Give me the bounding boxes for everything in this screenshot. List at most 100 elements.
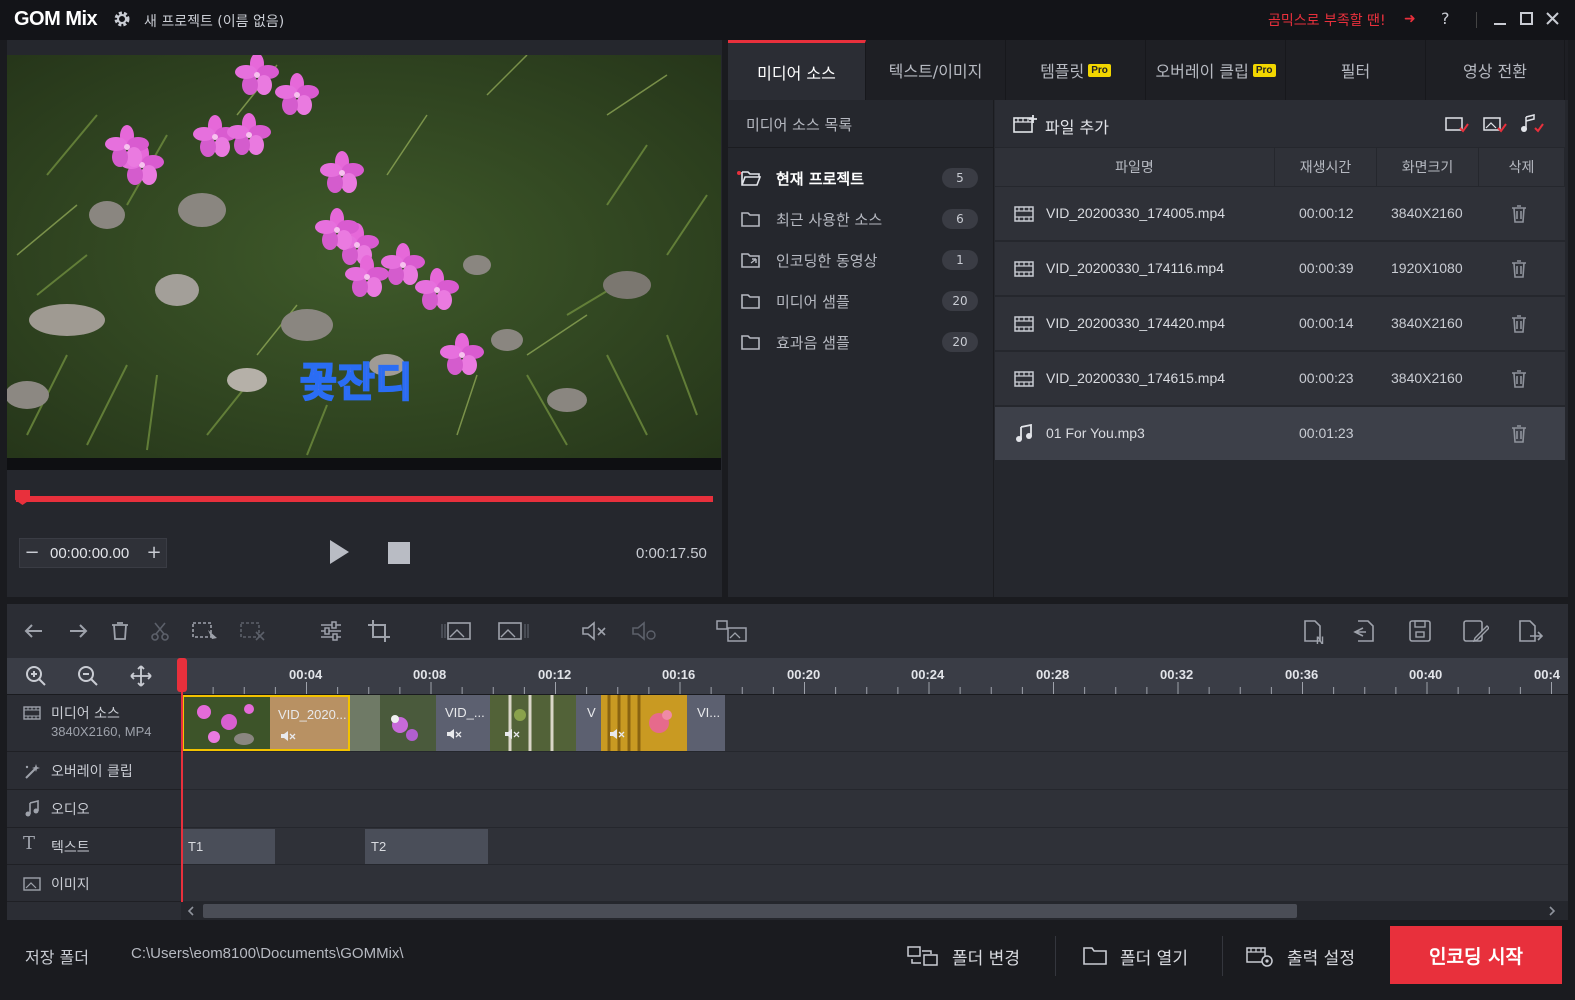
trash-icon[interactable] xyxy=(1510,259,1528,279)
source-item-media-samples[interactable]: 미디어 샘플 20 xyxy=(740,285,978,317)
track-header-media[interactable]: 미디어 소스 3840X2160, MP4 xyxy=(7,695,181,752)
music-note-icon xyxy=(1016,424,1032,442)
tab-text-image[interactable]: 텍스트/이미지 xyxy=(866,40,1006,100)
undo-icon[interactable] xyxy=(22,618,48,644)
add-file-button[interactable]: 파일 추가 xyxy=(1045,114,1109,138)
track-header-audio[interactable]: 오디오 xyxy=(7,790,181,828)
save-project-icon[interactable] xyxy=(1406,618,1434,644)
change-folder-button[interactable]: 폴더 변경 xyxy=(906,937,1020,975)
start-encoding-button[interactable]: 인코딩 시작 xyxy=(1390,926,1562,984)
add-file-icon[interactable] xyxy=(1012,113,1038,135)
file-row[interactable]: VID_20200330_174420.mp4 00:00:14 3840X21… xyxy=(995,297,1565,351)
export-project-icon[interactable] xyxy=(1516,618,1544,644)
ruler-ticks xyxy=(181,658,1568,694)
zoom-out-icon[interactable] xyxy=(76,664,100,688)
play-button[interactable] xyxy=(328,539,350,565)
redo-icon[interactable] xyxy=(64,618,90,644)
unmute-icon[interactable] xyxy=(630,618,656,644)
select-image-icon[interactable] xyxy=(1482,114,1508,136)
swap-clip-icon[interactable] xyxy=(714,618,750,644)
clip-mute-icon[interactable] xyxy=(446,727,462,741)
tab-filter[interactable]: 필터 xyxy=(1286,40,1426,100)
trash-icon[interactable] xyxy=(1510,369,1528,389)
clip-mute-icon[interactable] xyxy=(280,729,296,743)
video-file-icon xyxy=(1014,206,1034,222)
maximize-icon[interactable] xyxy=(1514,7,1538,31)
timecode-plus-button[interactable]: + xyxy=(144,540,164,566)
help-button[interactable]: ? xyxy=(1441,9,1450,28)
source-item-current-project[interactable]: 현재 프로젝트 5 xyxy=(740,162,978,194)
track-name: 오버레이 클립 xyxy=(51,764,133,780)
text-clip[interactable]: T2 xyxy=(365,829,488,864)
tab-template[interactable]: 템플릿 Pro xyxy=(1006,40,1146,100)
file-row-selected[interactable]: 01 For You.mp3 00:01:23 xyxy=(995,407,1565,461)
file-row[interactable]: VID_20200330_174116.mp4 00:00:39 1920X10… xyxy=(995,242,1565,296)
text-clip[interactable]: T1 xyxy=(182,829,275,864)
track-header-text[interactable]: T 텍스트 xyxy=(7,828,181,865)
open-project-icon[interactable] xyxy=(1349,618,1377,644)
file-name: VID_20200330_174420.mp4 xyxy=(1046,315,1226,331)
select-video-icon[interactable] xyxy=(1444,114,1470,136)
track-image[interactable] xyxy=(181,865,1568,902)
track-header-overlay[interactable]: 오버레이 클립 xyxy=(7,752,181,790)
save-as-icon[interactable] xyxy=(1461,618,1489,644)
settings-gear-icon[interactable] xyxy=(112,9,132,29)
source-item-sfx-samples[interactable]: 효과음 샘플 20 xyxy=(740,326,978,358)
playhead-line[interactable] xyxy=(181,658,183,902)
promo-arrow-icon[interactable]: ➜ xyxy=(1404,11,1416,27)
track-name: 오디오 xyxy=(51,802,90,818)
source-item-label: 최근 사용한 소스 xyxy=(776,210,883,229)
track-overlay[interactable] xyxy=(181,752,1568,790)
scroll-right-icon[interactable] xyxy=(1545,904,1559,918)
video-clip[interactable]: VI... xyxy=(601,695,725,751)
mute-icon[interactable] xyxy=(580,618,606,644)
divider xyxy=(1055,936,1056,976)
new-project-icon[interactable]: N xyxy=(1301,618,1329,646)
trash-icon[interactable] xyxy=(1510,314,1528,334)
timecode-input[interactable]: 00:00:00.00 xyxy=(50,545,129,562)
column-header-resolution[interactable]: 화면크기 xyxy=(1377,148,1479,186)
zoom-in-icon[interactable] xyxy=(24,664,48,688)
trash-icon[interactable] xyxy=(1510,204,1528,224)
promo-link[interactable]: 곰믹스로 부족할 땐! xyxy=(1268,10,1386,30)
deselect-range-icon[interactable] xyxy=(238,618,265,644)
column-header-filename[interactable]: 파일명 xyxy=(995,148,1275,186)
source-item-label: 미디어 샘플 xyxy=(776,292,850,311)
column-header-duration[interactable]: 재생시간 xyxy=(1275,148,1377,186)
scroll-left-icon[interactable] xyxy=(184,904,198,918)
minimize-icon[interactable] xyxy=(1488,7,1512,31)
output-settings-button[interactable]: 출력 설정 xyxy=(1245,937,1355,975)
file-row[interactable]: VID_20200330_174005.mp4 00:00:12 3840X21… xyxy=(995,187,1565,241)
open-folder-button[interactable]: 폴더 열기 xyxy=(1082,937,1188,975)
source-item-encoded[interactable]: 인코딩한 동영상 1 xyxy=(740,244,978,276)
crop-icon[interactable] xyxy=(366,618,392,644)
track-header-image[interactable]: 이미지 xyxy=(7,865,181,902)
tab-overlay-clip[interactable]: 오버레이 클립 Pro xyxy=(1146,40,1286,100)
clip-mute-icon[interactable] xyxy=(504,727,520,741)
track-name: 이미지 xyxy=(51,877,90,893)
delete-clip-icon[interactable] xyxy=(107,618,133,644)
tab-transition[interactable]: 영상 전환 xyxy=(1426,40,1565,100)
timecode-minus-button[interactable]: − xyxy=(22,540,42,566)
adjust-sliders-icon[interactable] xyxy=(318,618,344,644)
save-folder-path: C:\Users\eom8100\Documents\GOMMix\ xyxy=(131,945,404,962)
clip-mute-icon[interactable] xyxy=(609,727,625,741)
file-row[interactable]: VID_20200330_174615.mp4 00:00:23 3840X21… xyxy=(995,352,1565,406)
image-fit-icon[interactable] xyxy=(496,618,532,644)
video-clip-selected[interactable]: VID_2020... xyxy=(182,695,350,751)
source-item-recent[interactable]: 최근 사용한 소스 6 xyxy=(740,203,978,235)
track-audio[interactable] xyxy=(181,790,1568,828)
tab-media-source[interactable]: 미디어 소스 xyxy=(728,40,866,100)
video-clip[interactable]: V xyxy=(490,695,601,751)
seek-bar[interactable] xyxy=(16,496,713,502)
video-clip[interactable]: VID_... xyxy=(350,695,490,751)
select-range-icon[interactable] xyxy=(190,618,217,644)
fit-timeline-icon[interactable] xyxy=(129,664,153,688)
select-audio-icon[interactable] xyxy=(1520,114,1546,136)
cut-icon[interactable] xyxy=(147,618,173,644)
trash-icon[interactable] xyxy=(1510,424,1528,444)
close-icon[interactable] xyxy=(1540,7,1564,31)
image-stretch-icon[interactable] xyxy=(440,618,476,644)
scrollbar-thumb[interactable] xyxy=(203,904,1297,918)
stop-button[interactable] xyxy=(388,542,410,564)
